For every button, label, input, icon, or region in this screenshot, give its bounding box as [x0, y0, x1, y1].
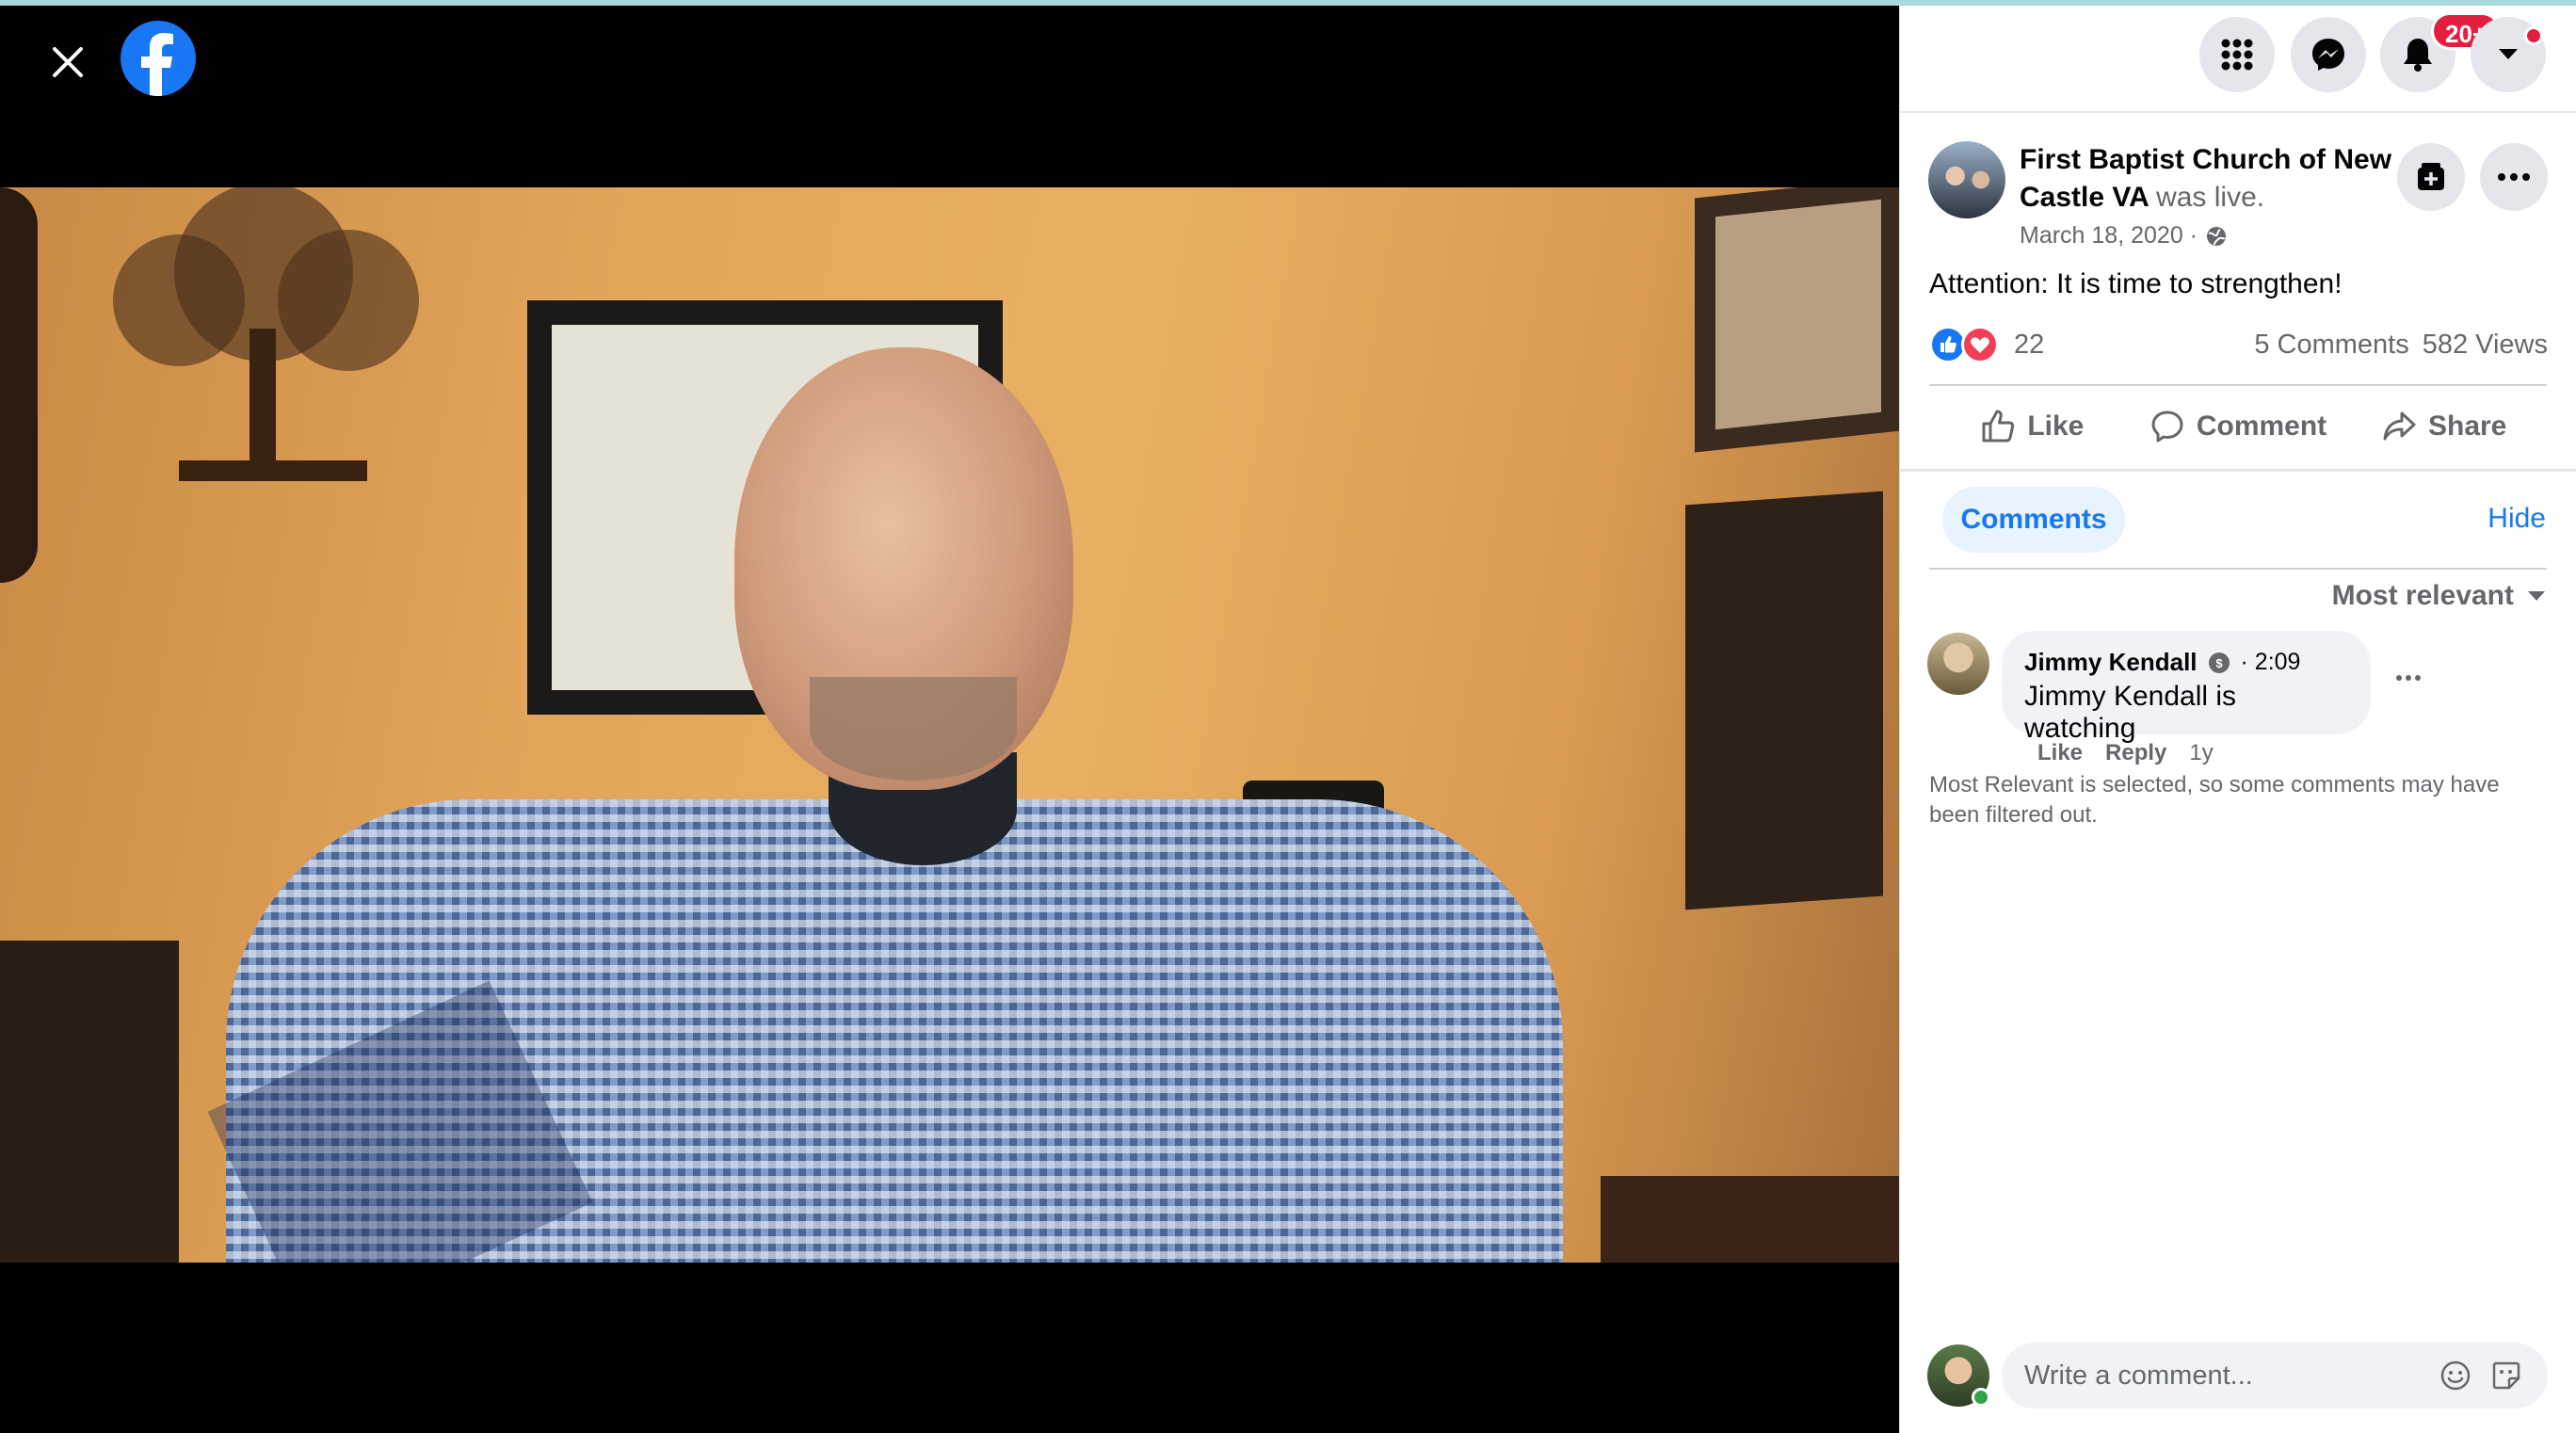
bookmark-add-icon [2418, 163, 2444, 190]
post-meta: March 18, 2020 · [2020, 222, 2228, 250]
comments-count[interactable]: 5 Comments [2254, 330, 2408, 361]
bell-icon [2404, 39, 2432, 72]
comment-composer[interactable]: Write a comment... [2002, 1343, 2548, 1409]
actions-divider-top [1929, 384, 2547, 386]
comments-divider [1929, 568, 2547, 570]
messenger-button[interactable] [2291, 17, 2366, 92]
comment-options-button[interactable] [2390, 659, 2427, 697]
caret-down-icon [2528, 591, 2545, 601]
comment-reply-link[interactable]: Reply [2105, 740, 2166, 766]
comment-label: Comment [2196, 411, 2327, 442]
post-status: was live. [2156, 182, 2265, 213]
engagement-counts: 5 Comments 582 Views [2254, 330, 2548, 361]
menu-button[interactable] [2199, 17, 2275, 92]
reactions-summary[interactable]: 22 [1929, 326, 2044, 363]
post-text: Attention: It is time to strengthen! [1929, 268, 2343, 299]
reaction-count: 22 [2014, 329, 2045, 360]
comment-text: Jimmy Kendall is watching [2024, 681, 2237, 744]
post-author: First Baptist Church of New Castle VA wa… [2020, 141, 2396, 217]
facebook-logo[interactable] [121, 21, 196, 96]
thumbs-up-icon [1982, 410, 2015, 443]
save-button[interactable] [2397, 143, 2465, 211]
emoji-button[interactable] [2437, 1357, 2474, 1394]
tab-comments[interactable]: Comments [1942, 487, 2125, 553]
post-date[interactable]: March 18, 2020 · [2020, 222, 2198, 250]
comment-input[interactable]: Write a comment... [2024, 1361, 2423, 1392]
more-icon [2396, 675, 2421, 681]
emoji-icon [2440, 1361, 2471, 1391]
comment-author[interactable]: Jimmy Kendall [2024, 648, 2198, 677]
comment-header: Jimmy Kendall $ · 2:09 [2024, 648, 2348, 677]
post-options-button[interactable] [2480, 143, 2548, 211]
video-player[interactable] [0, 6, 1899, 1433]
like-button[interactable]: Like [1929, 388, 2135, 465]
desk [1601, 1176, 1899, 1263]
filter-note: Most Relevant is selected, so some comme… [1929, 772, 2500, 828]
commenter-avatar[interactable] [1927, 633, 1989, 695]
video-frame[interactable] [0, 187, 1899, 1263]
share-icon [2383, 411, 2416, 441]
framed-picture [1695, 187, 1899, 453]
video-background-shape [0, 187, 38, 583]
wall-tree-decor [113, 187, 419, 481]
messenger-icon [2312, 39, 2344, 71]
section-divider [1899, 469, 2576, 472]
facebook-f-icon [141, 33, 173, 96]
globe-icon [2207, 226, 2226, 246]
comment-actions: Like Reply 1y [2037, 740, 2214, 766]
views-count: 582 Views [2422, 330, 2548, 360]
account-alert-dot [2524, 26, 2543, 45]
comment-age[interactable]: 1y [2189, 740, 2213, 766]
sticker-icon [2492, 1361, 2520, 1390]
grid-menu-icon [2221, 39, 2253, 71]
online-status-dot [1972, 1388, 1990, 1407]
hide-comments-link[interactable]: Hide [2487, 503, 2546, 535]
love-reaction-icon [1961, 326, 1999, 363]
close-button[interactable] [41, 36, 94, 89]
comment-icon [2151, 411, 2183, 443]
like-label: Like [2027, 411, 2085, 442]
comment-like-link[interactable]: Like [2037, 740, 2083, 766]
comment-bubble: Jimmy Kendall $ · 2:09 Jimmy Kendall is … [2002, 631, 2371, 744]
post-actions: Like Comment Share [1929, 388, 2547, 465]
wall-plaque [1685, 491, 1883, 910]
person-beard [810, 677, 1017, 781]
share-label: Share [2427, 411, 2507, 442]
comment-sort-dropdown[interactable]: Most relevant [2332, 580, 2546, 612]
more-icon [2498, 173, 2530, 181]
caret-down-icon [2499, 49, 2518, 59]
sort-label: Most relevant [2331, 580, 2514, 611]
sticker-button[interactable] [2487, 1357, 2525, 1394]
badge-icon: $ [2208, 652, 2230, 673]
svg-text:$: $ [2215, 656, 2223, 670]
page-avatar[interactable] [1928, 141, 2005, 218]
comment-button[interactable]: Comment [2135, 388, 2342, 465]
comment-video-time[interactable]: · 2:09 [2241, 649, 2301, 676]
close-icon [53, 47, 83, 77]
cabinet [0, 941, 179, 1263]
share-button[interactable]: Share [2341, 388, 2547, 465]
